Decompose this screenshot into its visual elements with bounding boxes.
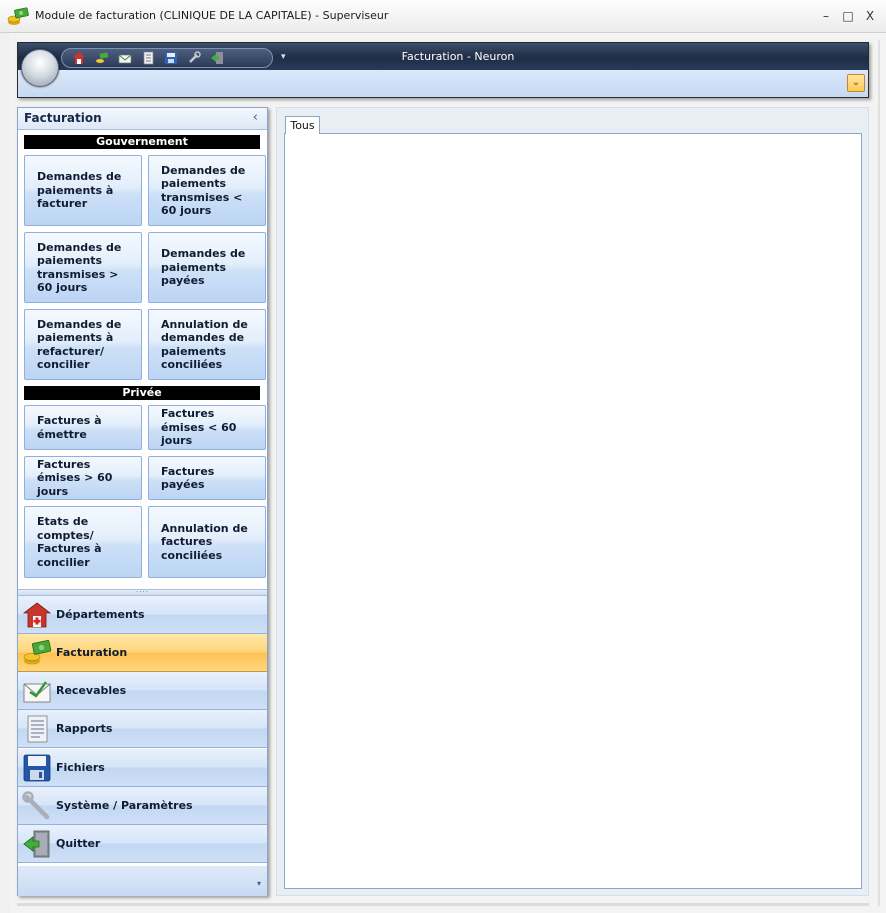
tile-label: Demandes de paiements transmises < 60 jo… bbox=[161, 163, 246, 218]
floppy-disk-icon bbox=[23, 754, 51, 782]
tile-annulation-demandes[interactable]: Annulation de demandes de paiements conc… bbox=[148, 309, 266, 380]
section-title-gouvernement: Gouvernement bbox=[24, 135, 260, 149]
frame-edge bbox=[878, 40, 880, 906]
configure-buttons-dropdown[interactable]: ▾ bbox=[257, 879, 261, 888]
tile-label: Etats de comptes/ Factures à concilier bbox=[37, 515, 102, 569]
nav-button-fichiers[interactable]: Fichiers bbox=[18, 749, 267, 787]
nav-button-recevables[interactable]: Recevables bbox=[18, 672, 267, 710]
tile-label: Demandes de paiements payées bbox=[161, 247, 246, 288]
application-menu-orb[interactable] bbox=[21, 49, 59, 87]
ribbon-tab-strip bbox=[18, 70, 868, 97]
tile-factures-emises-moins-60[interactable]: Factures émises < 60 jours bbox=[148, 405, 266, 450]
nav-button-label: Facturation bbox=[56, 646, 128, 659]
tile-label: Factures émises < 60 jours bbox=[161, 407, 237, 448]
tile-label: Demandes de paiements à facturer bbox=[37, 170, 122, 211]
tile-etats-de-comptes[interactable]: Etats de comptes/ Factures à concilier bbox=[24, 506, 142, 578]
tile-annulation-factures[interactable]: Annulation de factures conciliées bbox=[148, 506, 266, 578]
ribbon-expand-button[interactable]: ⌄ bbox=[847, 74, 865, 92]
navigation-pane: Facturation ‹ Gouvernement Demandes de p… bbox=[17, 107, 268, 896]
departments-icon bbox=[22, 602, 52, 628]
tile-factures-a-emettre[interactable]: Factures à émettre bbox=[24, 405, 142, 450]
ribbon-title-bar: ▾ Facturation - Neuron bbox=[18, 43, 868, 70]
maximize-button[interactable]: □ bbox=[840, 8, 856, 24]
tile-label: Annulation de demandes de paiements conc… bbox=[161, 317, 248, 372]
window-bottom-edge bbox=[17, 903, 869, 906]
tile-demandes-a-facturer[interactable]: Demandes de paiements à facturer bbox=[24, 155, 142, 226]
tab-tous[interactable]: Tous bbox=[285, 116, 320, 134]
tile-label: Demandes de paiements transmises > 60 jo… bbox=[37, 240, 122, 295]
close-button[interactable]: X bbox=[862, 8, 878, 24]
nav-button-facturation[interactable]: Facturation bbox=[18, 634, 267, 672]
wrench-icon bbox=[22, 791, 50, 820]
tile-label: Factures émises > 60 jours bbox=[37, 457, 113, 498]
reports-icon bbox=[27, 715, 48, 743]
tile-demandes-transmises-moins-60[interactable]: Demandes de paiements transmises < 60 jo… bbox=[148, 155, 266, 226]
tile-demandes-payees[interactable]: Demandes de paiements payées bbox=[148, 232, 266, 303]
billing-icon bbox=[23, 640, 52, 665]
tile-label: Factures à émettre bbox=[37, 414, 102, 441]
nav-button-label: Système / Paramètres bbox=[56, 799, 193, 812]
ribbon-title: Facturation - Neuron bbox=[401, 50, 515, 63]
pane-splitter-handle[interactable]: ···· bbox=[18, 589, 267, 596]
nav-button-label: Départements bbox=[56, 608, 145, 621]
nav-pane-title: Facturation bbox=[24, 111, 102, 125]
tile-label: Annulation de factures conciliées bbox=[161, 521, 248, 562]
nav-pane-footer: ▾ bbox=[18, 866, 267, 896]
window-title: Module de facturation (CLINIQUE DE LA CA… bbox=[35, 9, 389, 22]
nav-button-label: Fichiers bbox=[56, 761, 105, 774]
tile-factures-payees[interactable]: Factures payées bbox=[148, 456, 266, 500]
minimize-button[interactable]: – bbox=[818, 8, 834, 24]
nav-button-rapports[interactable]: Rapports bbox=[18, 710, 267, 748]
nav-pane-header: Facturation ‹ bbox=[18, 108, 267, 130]
receivables-icon bbox=[23, 681, 51, 703]
window-titlebar: Module de facturation (CLINIQUE DE LA CA… bbox=[0, 0, 886, 33]
ribbon: ▾ Facturation - Neuron ⌄ bbox=[17, 42, 869, 98]
tile-label: Factures payées bbox=[161, 464, 215, 492]
billing-app-icon bbox=[7, 7, 29, 25]
nav-button-label: Recevables bbox=[56, 684, 127, 697]
nav-button-systeme-parametres[interactable]: Système / Paramètres bbox=[18, 787, 267, 825]
tile-demandes-transmises-plus-60[interactable]: Demandes de paiements transmises > 60 jo… bbox=[24, 232, 142, 303]
nav-button-departements[interactable]: Départements bbox=[18, 596, 267, 634]
tile-label: Demandes de paiements à refacturer/ conc… bbox=[37, 317, 122, 372]
nav-button-quitter[interactable]: Quitter bbox=[18, 825, 267, 863]
collapse-pane-button[interactable]: ‹ bbox=[253, 110, 258, 125]
tile-demandes-a-refacturer[interactable]: Demandes de paiements à refacturer/ conc… bbox=[24, 309, 142, 380]
exit-door-icon bbox=[23, 830, 50, 858]
tile-factures-emises-plus-60[interactable]: Factures émises > 60 jours bbox=[24, 456, 142, 500]
tab-content-area bbox=[284, 133, 862, 889]
nav-button-label: Quitter bbox=[56, 837, 101, 850]
nav-button-label: Rapports bbox=[56, 722, 113, 735]
section-title-privee: Privée bbox=[24, 386, 260, 400]
